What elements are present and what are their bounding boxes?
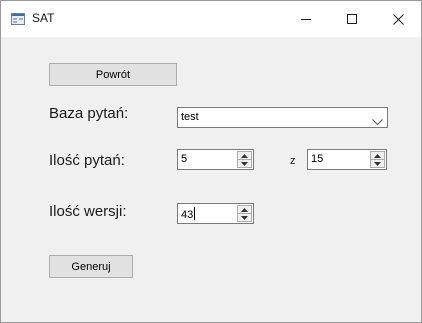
maximize-icon [347,14,357,24]
version-count-decrement[interactable] [237,213,252,222]
title-bar[interactable]: SAT [1,1,421,37]
arrow-down-icon [241,161,248,166]
question-total-decrement[interactable] [370,159,385,168]
arrow-down-icon [241,215,248,220]
question-count-label: Ilość pytań: [49,152,125,169]
minimize-button[interactable] [283,1,329,37]
form-icon [11,12,25,25]
minimize-icon [301,14,311,24]
question-total-increment[interactable] [370,151,385,159]
question-count-spin-buttons [237,151,252,168]
close-icon [392,13,404,25]
generate-button[interactable]: Generuj [49,255,133,278]
question-base-label: Baza pytań: [49,105,129,122]
of-label: z [290,155,296,167]
arrow-up-icon [374,153,381,158]
question-base-dropdown[interactable]: test [177,107,388,128]
form-body: Powrót Baza pytań: test Ilość pytań: 5 z… [1,37,421,322]
question-count-value[interactable]: 5 [181,153,187,165]
question-total-value[interactable]: 15 [311,153,323,165]
question-total-spin-buttons [370,151,385,168]
arrow-up-icon [241,207,248,212]
back-button[interactable]: Powrót [49,63,177,86]
question-base-selected: test [181,111,199,123]
window-title: SAT [32,11,55,25]
arrow-up-icon [241,153,248,158]
close-button[interactable] [375,1,421,37]
question-count-stepper[interactable]: 5 [177,149,254,170]
version-count-value: 43 [181,209,194,221]
question-total-stepper[interactable]: 15 [307,149,387,170]
app-window: SAT Powrót Baza pytań: test Ilość pytań:… [0,0,422,323]
maximize-button[interactable] [329,1,375,37]
version-count-spin-buttons [237,205,252,222]
chevron-down-icon[interactable] [372,113,383,126]
arrow-down-icon [374,161,381,166]
version-count-increment[interactable] [237,205,252,213]
text-cursor [194,207,196,220]
version-count-label: Ilość wersji: [49,203,127,220]
question-count-decrement[interactable] [237,159,252,168]
version-count-input[interactable]: 43 [181,207,196,221]
question-count-increment[interactable] [237,151,252,159]
version-count-stepper[interactable]: 43 [177,203,254,224]
